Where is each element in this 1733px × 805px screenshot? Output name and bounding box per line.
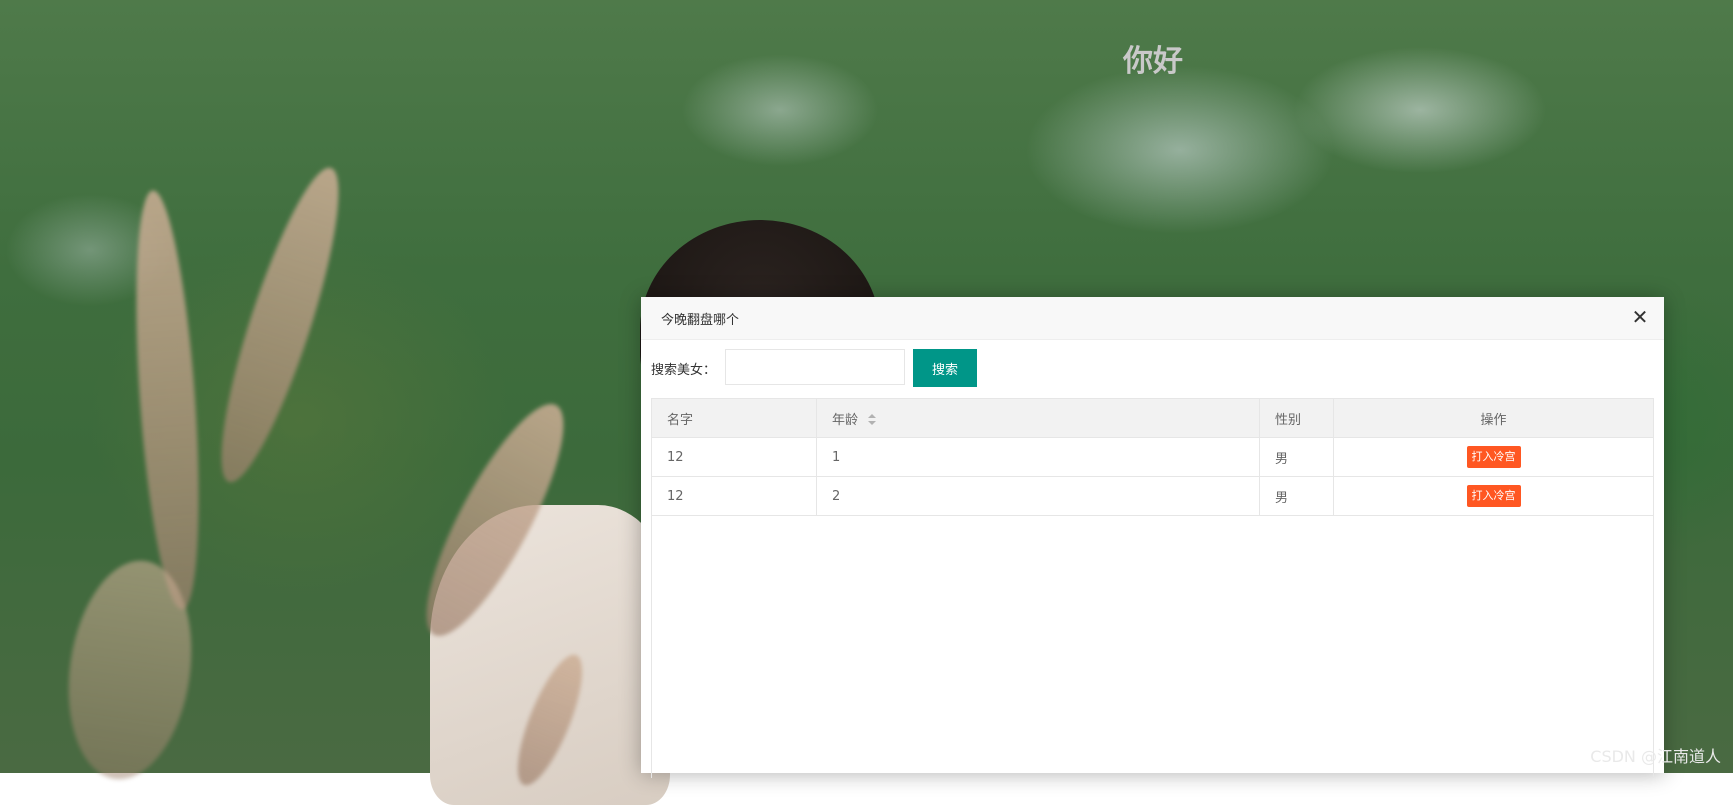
cell-gender: 男 xyxy=(1259,476,1334,516)
dialog-title: 今晚翻盘哪个 xyxy=(661,313,740,328)
banish-button[interactable]: 打入冷宫 xyxy=(1466,485,1521,507)
table-header-row: 名字 年龄 性别 操作 xyxy=(652,399,1653,438)
table-row: 12 2 男 打入冷宫 xyxy=(652,476,1653,516)
column-header-name: 名字 xyxy=(652,399,817,438)
banish-button[interactable]: 打入冷宫 xyxy=(1466,446,1521,468)
close-icon[interactable]: ✕ xyxy=(1630,307,1650,327)
cell-age: 1 xyxy=(816,437,1260,477)
column-header-gender: 性别 xyxy=(1259,399,1334,438)
column-header-action: 操作 xyxy=(1333,399,1653,438)
cell-gender: 男 xyxy=(1259,437,1334,477)
page-heading: 你好 xyxy=(1123,44,1183,79)
watermark: CSDN @江南道人 xyxy=(1590,747,1721,766)
dialog: 今晚翻盘哪个 ✕ 搜索美女： 搜索 名字 年龄 性别 操作 12 1 男 打入冷… xyxy=(641,297,1664,778)
cell-action: 打入冷宫 xyxy=(1333,437,1653,477)
table-row: 12 1 男 打入冷宫 xyxy=(652,437,1653,477)
dialog-header: 今晚翻盘哪个 ✕ xyxy=(641,297,1664,340)
search-label: 搜索美女： xyxy=(651,363,717,378)
cell-name: 12 xyxy=(652,437,817,477)
search-input[interactable] xyxy=(725,349,905,385)
search-bar: 搜索美女： 搜索 xyxy=(651,349,1651,387)
sort-icon[interactable] xyxy=(868,414,877,426)
data-table: 名字 年龄 性别 操作 12 1 男 打入冷宫 12 2 男 打入冷宫 xyxy=(651,398,1654,778)
cell-action: 打入冷宫 xyxy=(1333,476,1653,516)
cell-age: 2 xyxy=(816,476,1260,516)
cell-name: 12 xyxy=(652,476,817,516)
column-header-age[interactable]: 年龄 xyxy=(816,399,1260,438)
search-button[interactable]: 搜索 xyxy=(913,349,977,387)
